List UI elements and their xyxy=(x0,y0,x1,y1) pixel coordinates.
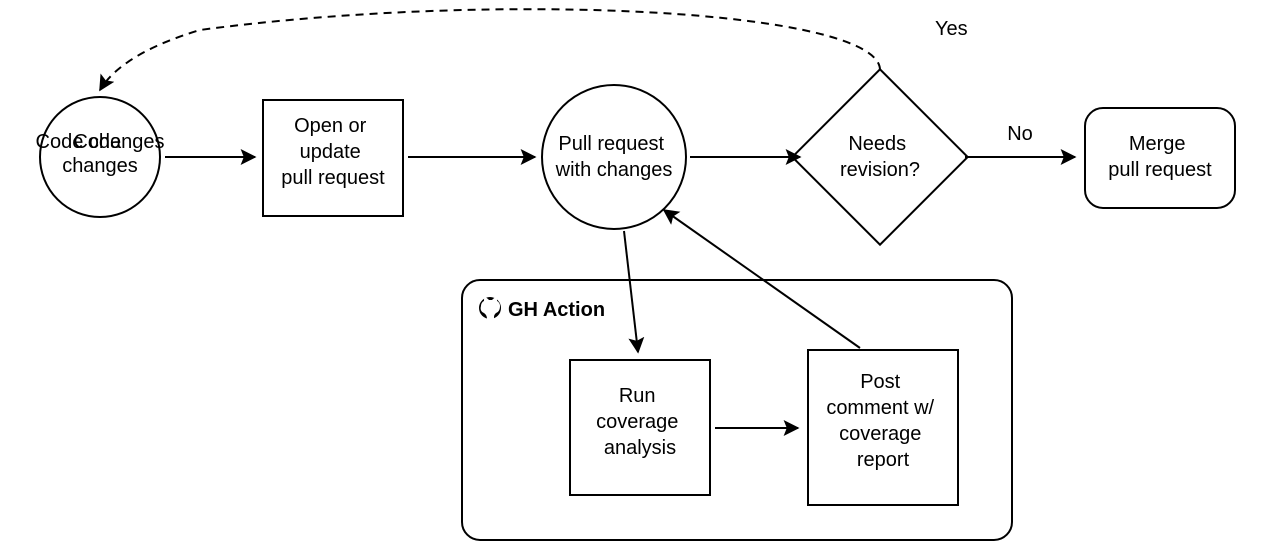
node-post-comment: Post comment w/ coverage report xyxy=(808,350,958,505)
run-cov-l1: Run xyxy=(619,385,656,407)
post-l1: Post xyxy=(860,371,900,393)
svg-text:Code changes: Code changes xyxy=(62,131,138,177)
subgraph-title: GH Action xyxy=(508,299,605,321)
pr-changes-l2: with changes xyxy=(555,159,673,181)
open-pr-l1: Open or xyxy=(294,115,367,137)
post-l2: comment w/ xyxy=(826,397,934,419)
post-l4: report xyxy=(857,449,910,471)
svg-text:Run coverage a: Run coverage analysis xyxy=(596,385,684,459)
run-cov-l2: coverage xyxy=(596,411,678,433)
node-code-changes: Code changes Code changes xyxy=(36,97,165,217)
subgraph-gh-action: GH Action Run coverage analysis Post com… xyxy=(462,280,1012,540)
node-merge-pr: Merge pull request xyxy=(1085,108,1235,208)
node-run-coverage: Run coverage analysis xyxy=(570,360,710,495)
edge-no-label: No xyxy=(1007,123,1033,145)
svg-text:Pull request with change: Pull request with changes xyxy=(555,133,673,181)
run-cov-l3: analysis xyxy=(604,437,676,459)
edge-pr-to-runcov xyxy=(624,231,638,352)
flowchart-canvas: Code changes Code changes Code changes O… xyxy=(0,0,1267,557)
svg-text:Needs revision?: Needs revision? xyxy=(840,133,920,181)
svg-text:Post comment w/: Post comment w/ coverage report xyxy=(826,371,939,471)
node-needs-revision: Needs revision? xyxy=(792,69,967,244)
github-icon xyxy=(479,297,501,319)
open-pr-l3: pull request xyxy=(281,167,385,189)
edge-yes-label: Yes xyxy=(935,18,968,40)
open-pr-l2: update xyxy=(300,141,361,163)
merge-l2: pull request xyxy=(1108,159,1212,181)
post-l3: coverage xyxy=(839,423,921,445)
node-open-update-pr: Open or update pull request xyxy=(263,100,403,216)
pr-changes-l1: Pull request xyxy=(558,133,664,155)
svg-text:Open or update pul: Open or update pull request xyxy=(281,115,385,189)
merge-l1: Merge xyxy=(1129,133,1186,155)
node-pr-with-changes: Pull request with changes xyxy=(542,85,686,229)
svg-text:Merge pull request: Merge pull request xyxy=(1108,133,1212,181)
needs-rev-l1: Needs xyxy=(848,133,906,155)
edge-decision-yes xyxy=(100,9,880,90)
needs-rev-l2: revision? xyxy=(840,159,920,181)
